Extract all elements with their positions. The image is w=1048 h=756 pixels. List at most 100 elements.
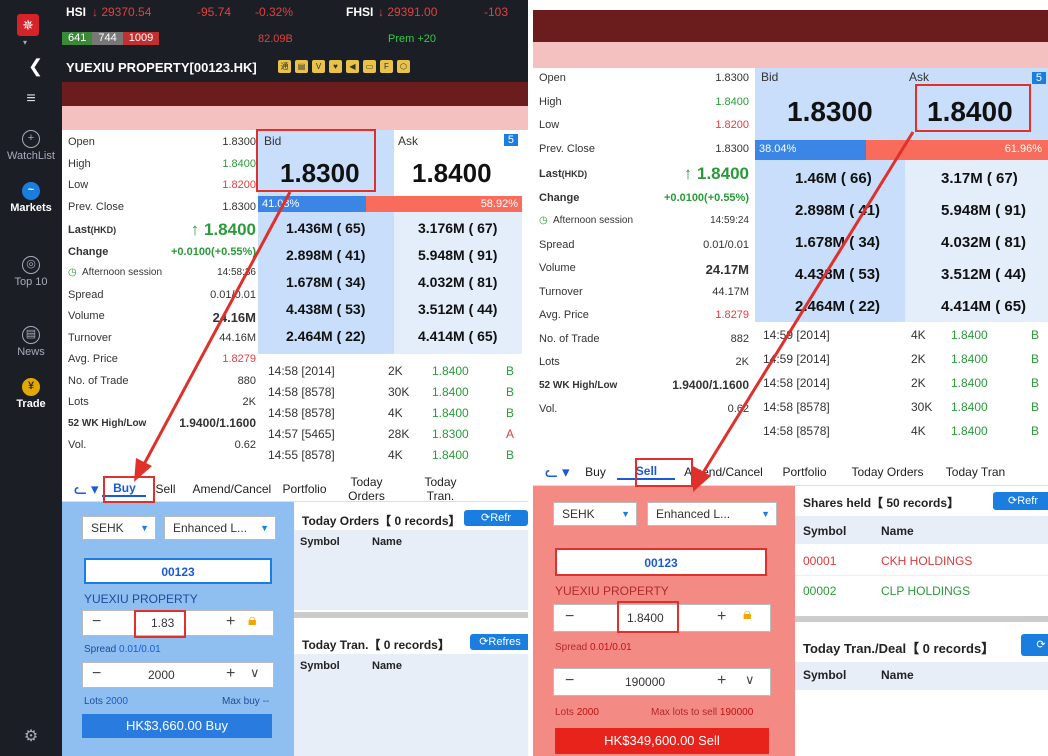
tab-today-orders[interactable]: Today Orders — [837, 465, 937, 479]
last-price: ↑ 1.8400 — [190, 220, 256, 239]
app-logo-icon[interactable]: ᓚ ▾ — [62, 480, 102, 498]
refresh-orders-button[interactable]: ⟳Refr — [464, 510, 528, 526]
quote-value: 1.8400 — [222, 157, 256, 170]
col-name: Name — [372, 536, 402, 548]
trade-volume: 4K — [911, 424, 926, 438]
tab-amend-cancel[interactable]: Amend/Cancel — [184, 482, 274, 496]
sidebar-item-watchlist[interactable]: + WatchList — [0, 130, 62, 162]
ask-depth-row: 3.512M ( 44) — [418, 301, 498, 317]
holding-name: CLP HOLDINGS — [881, 584, 971, 598]
exchange-select[interactable]: SEHK ▼ — [82, 516, 156, 540]
lock-icon[interactable]: 🔒︎ — [248, 612, 257, 630]
stock-code-input[interactable]: 00123 — [84, 558, 272, 584]
tab-amend-cancel[interactable]: Amend/Cancel — [675, 465, 771, 479]
tab-portfolio[interactable]: Portfolio — [274, 482, 326, 496]
trade-side: B — [1031, 424, 1040, 438]
heart-icon[interactable]: ♥ — [329, 60, 342, 73]
tab-buy[interactable]: Buy — [573, 465, 617, 479]
trade-volume: 2K — [911, 352, 926, 366]
quote-value: 1.8200 — [715, 119, 749, 131]
app-logo-icon[interactable]: ᓚ ▾ — [533, 463, 573, 481]
bid-depth-row: 1.678M ( 34) — [795, 234, 881, 251]
spread-label: Spread 0.01/0.01 — [84, 644, 161, 655]
lock-icon[interactable]: 🔒︎ — [743, 606, 752, 624]
clock-icon: ◷ — [539, 215, 548, 226]
qty-chevron-icon[interactable]: ∨ — [250, 665, 260, 681]
order-type-select[interactable]: Enhanced L... ▼ — [647, 502, 777, 526]
exchange-select[interactable]: SEHK ▼ — [553, 502, 637, 526]
tool-icon-6[interactable]: ▭ — [363, 60, 376, 73]
quote-value: 1.9400/1.1600 — [672, 377, 749, 392]
tab-sell[interactable]: Sell — [617, 464, 676, 480]
bid-depth-row: 2.464M ( 22) — [286, 328, 366, 344]
tool-icon-2[interactable]: ▤ — [295, 60, 308, 73]
buy-button[interactable]: HK$3,660.00 Buy — [82, 714, 272, 738]
tool-icon-v[interactable]: V — [312, 60, 325, 73]
bid-price: 1.8300 — [787, 96, 873, 127]
sidebar-item-news[interactable]: ▤ News — [0, 326, 62, 358]
sidebar-item-markets[interactable]: ~ Markets — [0, 182, 62, 214]
queue-badge[interactable]: 5 — [503, 134, 518, 146]
holding-row[interactable]: 00002 CLP HOLDINGS — [795, 576, 1048, 606]
lots-info: Lots 2000 — [84, 696, 128, 707]
sidebar-item-top10[interactable]: ◎ Top 10 — [0, 256, 62, 288]
unchanged-count: 744 — [92, 32, 123, 45]
hk-flag-icon[interactable]: ✵ — [17, 14, 39, 36]
sidebar-item-trade[interactable]: ¥ Trade — [0, 378, 62, 410]
refresh-tran-button[interactable]: ⟳Refres — [470, 634, 528, 650]
col-name: Name — [372, 660, 402, 672]
order-type-select[interactable]: Enhanced L... ▼ — [164, 516, 276, 540]
trade-side: B — [506, 385, 515, 399]
buy-order-panel: SEHK ▼ Enhanced L... ▼ 00123 YUEXIU PROPER… — [62, 502, 294, 756]
tab-sell[interactable]: Sell — [146, 482, 184, 496]
decrease-qty-button[interactable]: − — [92, 665, 101, 683]
stock-code-input[interactable]: 00123 — [555, 548, 767, 576]
tab-today-tran[interactable]: Today Tran — [937, 465, 1013, 479]
quantity-input[interactable]: 2000 — [148, 668, 175, 682]
quote-label: Spread — [539, 238, 575, 251]
holding-row[interactable]: 00001 CKH HOLDINGS — [795, 546, 1048, 576]
ask-depth-row: 5.948M ( 91) — [418, 247, 498, 263]
price-input[interactable]: 1.8400 — [627, 611, 664, 625]
increase-qty-button[interactable]: + — [226, 665, 235, 683]
advance-decline-counts: 641 744 1009 — [62, 32, 160, 45]
hamburger-menu-icon[interactable]: ≡ — [0, 90, 62, 108]
quote-value: 24.17M — [705, 262, 749, 277]
decrease-qty-button[interactable]: − — [565, 672, 574, 690]
queue-badge[interactable]: 5 — [1031, 72, 1046, 84]
dropdown-icon: ▼ — [140, 523, 149, 533]
quote-value: 0.62 — [727, 403, 749, 415]
chart-tool-icon[interactable]: 通 — [278, 60, 291, 73]
decrease-price-button[interactable]: − — [92, 613, 101, 631]
hsi-pct: -0.32% — [255, 5, 294, 19]
increase-price-button[interactable]: + — [226, 613, 235, 631]
col-symbol: Symbol — [803, 524, 847, 538]
settings-gear-icon[interactable]: ⚙ — [0, 726, 62, 746]
shield-icon[interactable]: ⬡ — [397, 60, 410, 73]
chevron-down-icon[interactable]: ▾ — [23, 38, 27, 47]
tab-today-tran-[interactable]: Today Tran. — [406, 475, 474, 503]
tab-buy[interactable]: Buy — [102, 481, 147, 497]
quantity-input[interactable]: 190000 — [625, 675, 665, 689]
decrease-price-button[interactable]: − — [565, 608, 574, 626]
increase-price-button[interactable]: + — [717, 608, 726, 626]
trade-price: 1.8400 — [951, 352, 988, 366]
refresh-holdings-button[interactable]: ⟳Refr — [993, 492, 1048, 510]
refresh-tran-button[interactable]: ⟳ — [1021, 634, 1048, 656]
ask-box: Ask 5 1.8400 — [905, 68, 1048, 140]
back-arrow-icon[interactable]: ❮ — [28, 56, 43, 77]
quote-value: 0.01/0.01 — [210, 288, 256, 301]
qty-chevron-icon[interactable]: ∨ — [745, 672, 755, 688]
f10-icon[interactable]: F — [380, 60, 393, 73]
quote-value: 1.8279 — [222, 353, 256, 365]
tab-today-orders[interactable]: Today Orders — [326, 475, 406, 503]
price-input[interactable]: 1.83 — [151, 616, 174, 630]
speaker-icon[interactable]: ◀ — [346, 60, 359, 73]
quote-label: Lots — [68, 396, 89, 408]
quote-value: 1.8300 — [222, 200, 256, 213]
increase-qty-button[interactable]: + — [717, 672, 726, 690]
fhsi-label: FHSI — [346, 5, 374, 19]
sell-button[interactable]: HK$349,600.00 Sell — [555, 728, 769, 754]
tab-portfolio[interactable]: Portfolio — [771, 465, 837, 479]
trade-side: B — [1031, 400, 1040, 414]
